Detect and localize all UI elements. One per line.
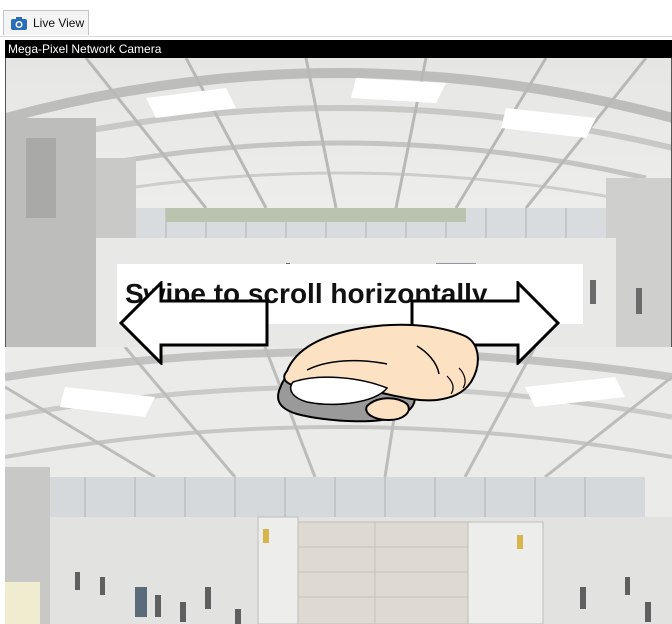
tab-label: Live View — [33, 16, 85, 30]
tab-live-view[interactable]: Live View — [3, 10, 89, 35]
window-title-bar: Mega-Pixel Network Camera — [5, 40, 672, 58]
hand-on-mouse-icon — [277, 323, 479, 423]
camera-icon — [11, 16, 27, 30]
live-view-area[interactable]: Swipe to scroll horizontally — [5, 58, 672, 624]
tab-bar: Live View — [0, 0, 672, 37]
window-title: Mega-Pixel Network Camera — [8, 42, 162, 56]
left-arrow-icon — [119, 281, 269, 365]
